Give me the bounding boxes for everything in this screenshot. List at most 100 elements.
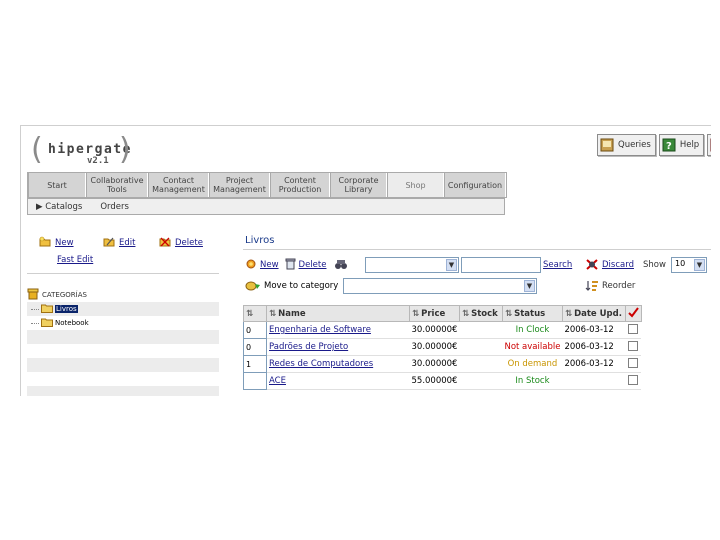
folder-icon [41,303,53,315]
row-select-cell [625,355,642,373]
subnav-catalogs-label: Catalogs [45,201,83,212]
logo-paren-right: ) [119,132,131,167]
category-livros-label: Livros [55,305,78,313]
reorder-icon [585,279,599,295]
column-date-label: Date Upd. [574,308,622,319]
product-name-cell: Padrões de Projeto [266,338,410,356]
product-name-link[interactable]: Padrões de Projeto [269,342,348,352]
sidebar-edit-action[interactable]: Edit [103,236,135,250]
search-field-select[interactable]: ▼ [365,257,459,273]
show-count-value: 10 [675,259,686,268]
quantity-input[interactable]: 1 [243,355,267,373]
status-cell: Not available [502,338,563,356]
column-header-price[interactable]: ⇅ Price [409,305,460,322]
product-name-link[interactable]: ACE [269,376,286,386]
move-toolbar: Move to category [245,278,338,294]
sidebar-delete-link[interactable]: Delete [175,238,203,248]
sort-icon: ⇅ [564,308,573,319]
sort-icon: ⇅ [269,308,277,319]
tree-empty-row [27,344,219,358]
column-header-qty[interactable]: ⇅ [243,305,267,322]
column-header-name[interactable]: ⇅ Name [266,305,410,322]
svg-text:?: ? [666,141,672,152]
show-label: Show [643,260,666,270]
discard-icon [585,258,599,274]
product-name-link[interactable]: Engenharia de Software [269,325,371,335]
tab-configuration[interactable]: Configuration [444,173,506,197]
category-tree-header: CATEGORÍAS [27,288,219,302]
tab-shop[interactable]: Shop [387,173,444,197]
delete-product-link[interactable]: Delete [299,260,327,270]
sidebar-new-link[interactable]: New [55,238,74,248]
tab-collaborative-tools[interactable]: Collaborative Tools [86,173,148,197]
sidebar-edit-link[interactable]: Edit [119,238,135,248]
discard-link[interactable]: Discard [602,260,634,270]
stock-cell [459,355,503,373]
sort-icon: ⇅ [246,308,254,319]
tab-start[interactable]: Start [28,173,86,197]
sidebar-fast-edit-action[interactable]: Fast Edit [57,255,93,265]
tree-empty-row [27,372,219,386]
categories-title: CATEGORÍAS [42,291,87,299]
categories-root-icon [27,288,39,302]
quantity-input[interactable]: 0 [243,338,267,356]
column-header-status[interactable]: ⇅ Status [501,305,563,322]
queries-button[interactable]: Queries [597,134,656,156]
tab-corporate-library[interactable]: Corporate Library [330,173,387,197]
sidebar-delete-action[interactable]: Delete [159,236,203,250]
page-title: Livros [243,231,711,250]
category-item-livros[interactable]: Livros [27,302,219,316]
new-product-link[interactable]: New [260,260,279,270]
help-label: Help [679,140,700,150]
price-cell: 30.00000€ [409,321,460,339]
date-cell: 2006-03-12 [562,321,626,339]
move-icon [245,279,261,294]
sidebar-divider [27,273,219,274]
subnav-orders[interactable]: Orders [100,202,129,212]
date-cell: 2006-03-12 [562,338,626,356]
edit-folder-icon [103,236,115,250]
help-button[interactable]: ? Help [658,134,705,156]
date-cell [562,372,626,390]
tab-contact-management[interactable]: Contact Management [148,173,209,197]
column-header-select-all[interactable] [624,305,642,322]
row-checkbox[interactable] [628,340,639,351]
new-star-icon [245,258,257,273]
quantity-input[interactable]: 0 [243,321,267,339]
tree-connector [31,322,39,324]
quantity-input[interactable] [243,372,267,390]
sidebar-new-action[interactable]: New [39,236,74,250]
price-cell: 30.00000€ [409,338,460,356]
category-notebook-label: Notebook [55,319,89,327]
move-category-select[interactable]: ▼ [343,278,537,294]
column-price-label: Price [421,308,446,319]
price-cell: 55.00000€ [409,372,460,390]
help-icon: ? [662,138,676,152]
reorder-link[interactable]: Reorder [602,281,635,291]
sidebar-fast-edit-link[interactable]: Fast Edit [57,255,93,265]
tab-project-management[interactable]: Project Management [209,173,270,197]
category-item-notebook[interactable]: Notebook [27,316,219,330]
row-checkbox[interactable] [628,357,639,368]
search-input[interactable] [461,257,541,273]
new-folder-icon [39,236,51,250]
subnav-catalogs[interactable]: ▶ Catalogs [36,202,82,212]
sort-icon: ⇅ [412,308,420,319]
products-toolbar: New Delete [245,257,350,273]
queries-label: Queries [618,140,651,150]
stock-cell [459,372,503,390]
row-checkbox[interactable] [628,323,639,334]
chevron-down-icon: ▼ [446,259,457,271]
column-header-stock[interactable]: ⇅ Stock [458,305,503,322]
delete-folder-icon [159,236,171,250]
column-header-date[interactable]: ⇅ Date Upd. [561,305,626,322]
search-link[interactable]: Search [543,260,572,270]
close-button[interactable] [707,134,711,156]
tree-empty-row [27,330,219,344]
row-checkbox[interactable] [628,374,639,385]
tab-content-production[interactable]: Content Production [270,173,330,197]
column-stock-label: Stock [471,308,498,319]
product-name-link[interactable]: Redes de Computadores [269,359,373,369]
show-count-select[interactable]: 10 ▼ [671,257,707,273]
tree-empty-row [27,386,219,396]
